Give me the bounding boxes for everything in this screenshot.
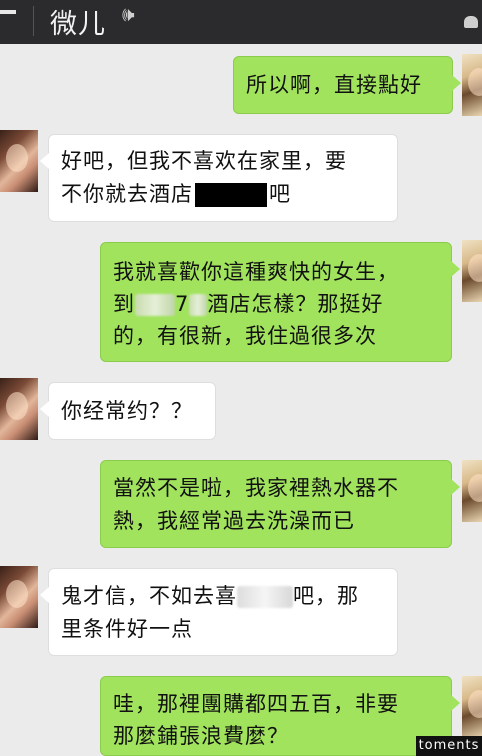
message-text-fragment: 不你就去酒店	[61, 182, 193, 206]
avatar-face	[468, 254, 482, 282]
message-text: 你经常约？？	[61, 399, 193, 423]
contact-info-icon[interactable]	[464, 16, 478, 28]
message-bubble-outgoing[interactable]: 我就喜歡你這種爽快的女生， 到 7 酒店怎樣？那挺好 的，有很新，我住過很多次	[100, 242, 460, 362]
message-bubble-outgoing[interactable]: 哇，那裡團購都四五百，非要 那麼鋪張浪費麼？	[100, 676, 460, 756]
message-text-line: 好吧，但我不喜欢在家里，要	[61, 149, 347, 173]
my-avatar[interactable]	[462, 240, 482, 302]
redaction-bar	[195, 183, 267, 207]
message-bubble-outgoing[interactable]: 當然不是啦，我家裡熱水器不 熱，我經常過去洗澡而已	[100, 460, 460, 548]
message-bubble-outgoing[interactable]: 所以啊，直接點好	[233, 56, 461, 114]
blurred-text	[189, 294, 208, 316]
chat-title: 微儿	[50, 9, 106, 40]
avatar-face	[6, 580, 28, 608]
chat-header: 微儿 🕪	[0, 0, 482, 44]
message-text-fragment: 吧	[269, 182, 291, 206]
message-text-line: 我就喜歡你這種爽快的女生，	[113, 260, 399, 284]
message-text-fragment: 到	[113, 292, 135, 316]
message-text-line: 哇，那裡團購都四五百，非要	[113, 692, 399, 716]
message-text-fragment: 7	[175, 292, 190, 316]
my-avatar[interactable]	[462, 54, 482, 116]
voice-mode-icon: 🕪	[122, 2, 135, 26]
avatar-face	[6, 144, 28, 172]
message-text-line: 那麼鋪張浪費麼？	[113, 724, 289, 748]
message-text-fragment: 酒店怎樣？那挺好	[207, 292, 384, 316]
avatar-face	[468, 690, 482, 718]
contact-avatar[interactable]	[0, 378, 38, 440]
header-divider	[33, 6, 34, 36]
avatar-face	[468, 68, 482, 96]
message-text-line: 當然不是啦，我家裡熱水器不	[113, 476, 399, 500]
avatar-face	[6, 392, 28, 420]
watermark: toments	[416, 736, 482, 756]
message-text: 所以啊，直接點好	[246, 73, 422, 97]
back-arrow-icon[interactable]	[0, 10, 16, 14]
contact-avatar[interactable]	[0, 130, 38, 192]
message-text-line: 的，有很新，我住過很多次	[113, 324, 377, 348]
message-text-line: 里条件好一点	[61, 617, 193, 641]
contact-avatar[interactable]	[0, 566, 38, 628]
message-text-line: 不你就去酒店 吧	[61, 177, 291, 211]
message-bubble-incoming[interactable]: 好吧，但我不喜欢在家里，要 不你就去酒店 吧	[40, 134, 398, 222]
message-text-line: 鬼才信，不如去喜 吧，那	[61, 579, 359, 613]
message-bubble-incoming[interactable]: 鬼才信，不如去喜 吧，那 里条件好一点	[40, 568, 398, 656]
message-text-line: 到 7 酒店怎樣？那挺好	[113, 287, 383, 321]
blurred-text	[237, 586, 293, 608]
my-avatar[interactable]	[462, 676, 482, 738]
message-bubble-incoming[interactable]: 你经常约？？	[40, 382, 216, 440]
blurred-text	[135, 294, 175, 316]
message-text-fragment: 鬼才信，不如去喜	[61, 584, 237, 608]
message-text-fragment: 吧，那	[293, 584, 359, 608]
avatar-face	[468, 474, 482, 502]
message-text-line: 熱，我經常過去洗澡而已	[113, 509, 355, 533]
my-avatar[interactable]	[462, 460, 482, 522]
